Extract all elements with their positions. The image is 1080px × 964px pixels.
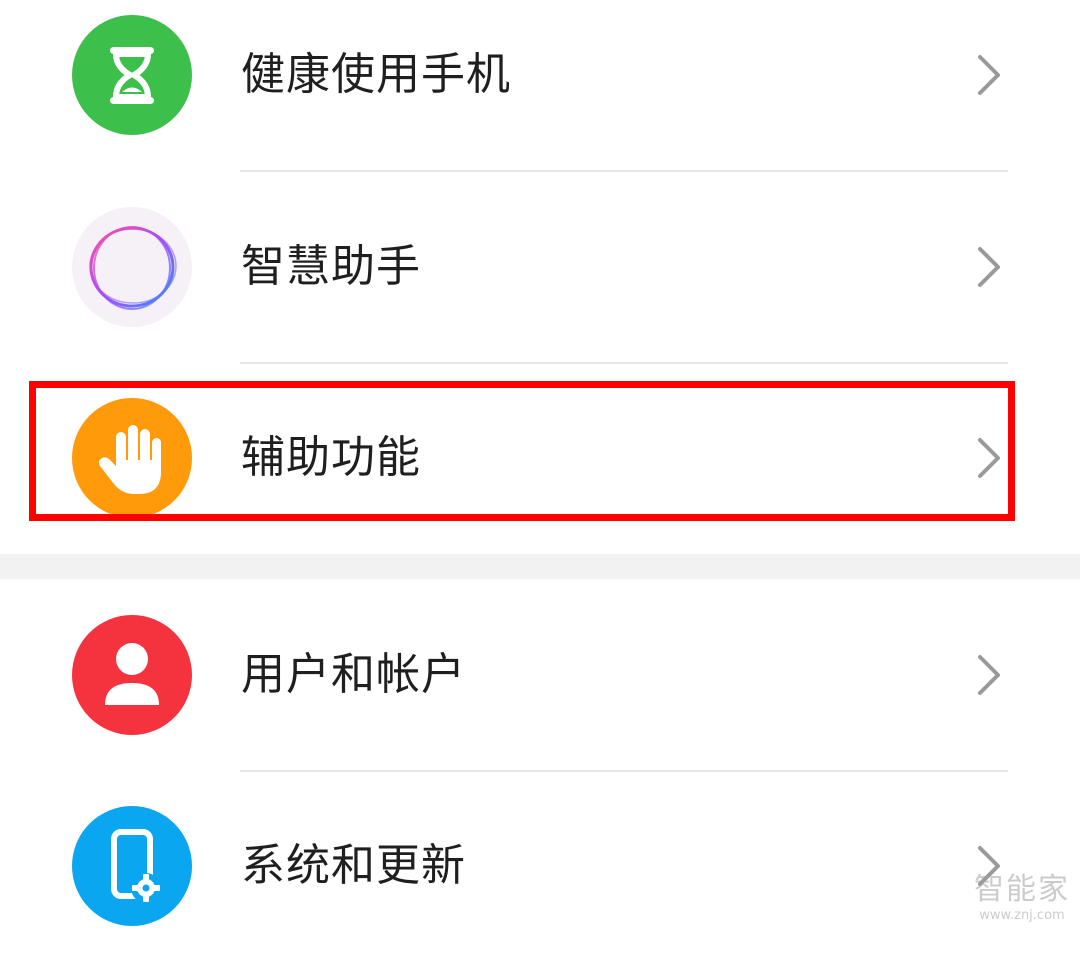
assistant-ring-icon: [72, 207, 192, 327]
chevron-right-icon: [978, 55, 1000, 95]
settings-item-label: 用户和帐户: [241, 649, 466, 700]
settings-item-label: 系统和更新: [241, 840, 466, 891]
settings-item-label: 智慧助手: [241, 241, 421, 292]
chevron-right-icon: [978, 247, 1000, 287]
watermark-name: 智能家: [974, 872, 1070, 907]
person-icon: [72, 615, 192, 735]
watermark: 智能家 www.znj.com: [968, 872, 1076, 932]
settings-item-label: 健康使用手机: [241, 49, 511, 100]
watermark-url: www.znj.com: [979, 908, 1065, 923]
settings-item-users-accounts[interactable]: 用户和帐户: [0, 579, 1080, 771]
chevron-right-icon: [978, 655, 1000, 695]
phone-gear-icon: [72, 806, 192, 926]
settings-item-healthy-phone-use[interactable]: 健康使用手机: [0, 0, 1080, 192]
settings-item-system-updates[interactable]: 系统和更新: [0, 772, 1080, 964]
settings-item-smart-assistant[interactable]: 智慧助手: [0, 172, 1080, 364]
settings-group-2: 用户和帐户 系统和更新: [0, 579, 1080, 937]
highlight-box: [29, 381, 1015, 521]
group-separator: [0, 554, 1080, 579]
hourglass-icon: [72, 15, 192, 135]
